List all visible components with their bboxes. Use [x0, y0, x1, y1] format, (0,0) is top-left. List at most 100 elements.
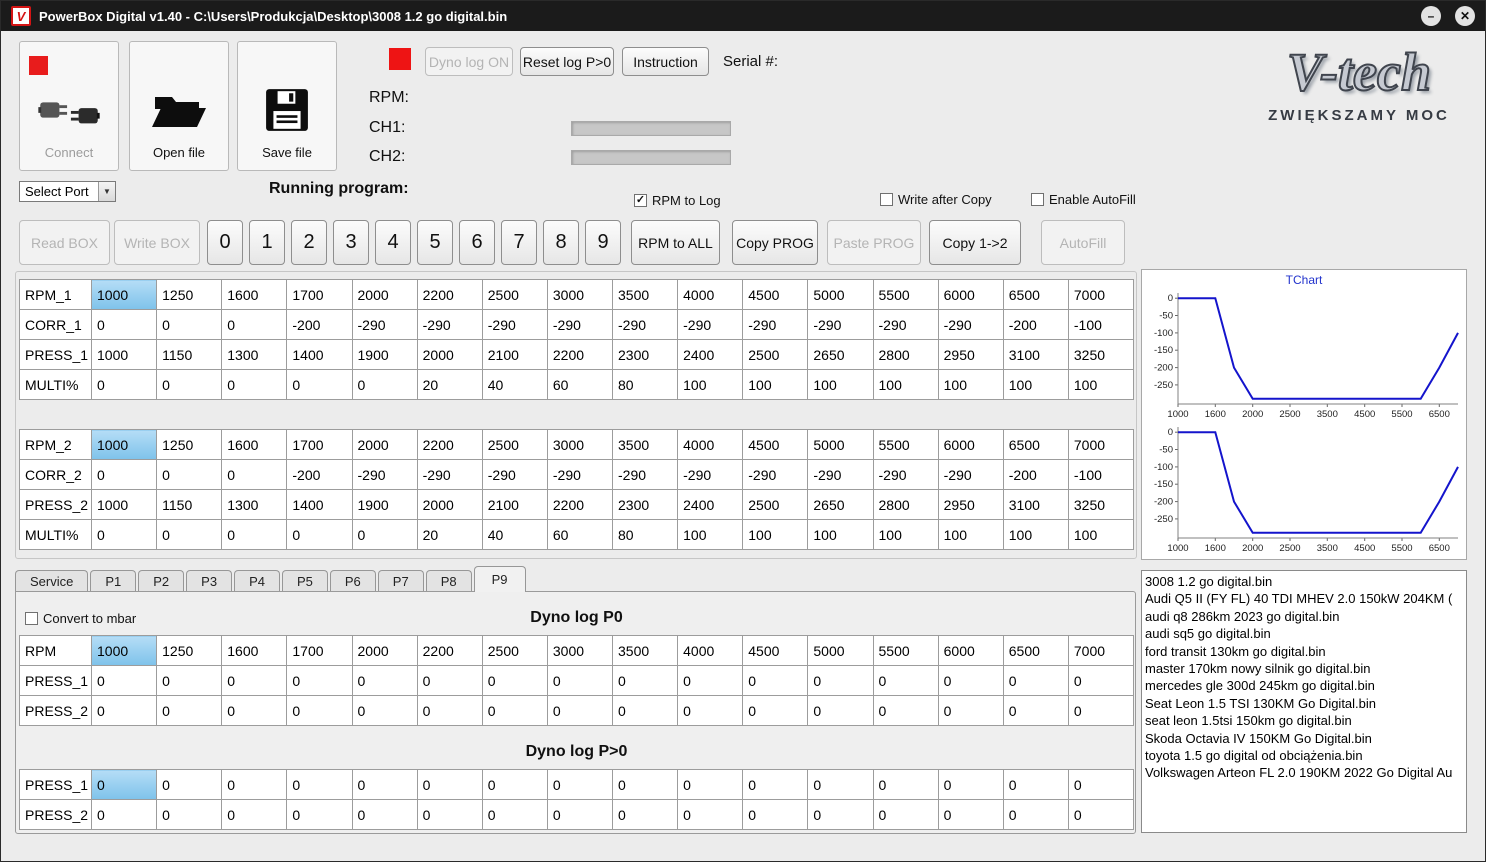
tab-service[interactable]: Service	[15, 570, 89, 592]
value-cell[interactable]: 2950	[937, 339, 1004, 370]
value-cell[interactable]: 100	[872, 519, 939, 550]
file-list-item[interactable]: 3008 1.2 go digital.bin	[1142, 573, 1466, 590]
value-cell[interactable]: 0	[156, 695, 223, 726]
value-cell[interactable]: 3100	[1002, 489, 1069, 520]
value-cell[interactable]: 0	[546, 665, 614, 696]
value-cell[interactable]: 0	[1002, 799, 1069, 830]
value-cell[interactable]: 2800	[872, 339, 939, 370]
value-cell[interactable]: 0	[221, 799, 288, 830]
value-cell[interactable]: 3500	[611, 635, 679, 666]
digit-button-1[interactable]: 1	[249, 220, 285, 265]
value-cell[interactable]: 0	[872, 695, 939, 726]
value-cell[interactable]: 0	[351, 695, 418, 726]
value-cell[interactable]: -290	[351, 459, 418, 490]
value-cell[interactable]: 0	[351, 769, 418, 800]
value-cell[interactable]: 0	[677, 799, 744, 830]
value-cell[interactable]: 1900	[351, 339, 418, 370]
paste-prog-button[interactable]: Paste PROG	[827, 220, 921, 265]
value-cell[interactable]: -200	[1002, 309, 1069, 340]
value-cell[interactable]: 0	[286, 369, 353, 400]
value-cell[interactable]: 2400	[677, 339, 744, 370]
tab-p1[interactable]: P1	[90, 570, 137, 592]
value-cell[interactable]: 1600	[221, 429, 288, 460]
value-cell[interactable]: -290	[872, 459, 939, 490]
value-cell[interactable]: 0	[611, 695, 679, 726]
value-cell[interactable]: 1000	[90, 635, 158, 666]
value-cell[interactable]: -100	[1067, 459, 1135, 490]
value-cell[interactable]: 0	[1067, 695, 1135, 726]
instruction-button[interactable]: Instruction	[622, 47, 709, 76]
value-cell[interactable]: 0	[156, 665, 223, 696]
tab-p5[interactable]: P5	[281, 570, 328, 592]
copy-prog-button[interactable]: Copy PROG	[732, 220, 818, 265]
value-cell[interactable]: -290	[872, 309, 939, 340]
value-cell[interactable]: -290	[546, 309, 614, 340]
tab-p7[interactable]: P7	[377, 570, 424, 592]
value-cell[interactable]: -290	[481, 459, 548, 490]
value-cell[interactable]: 60	[546, 369, 614, 400]
value-cell[interactable]: 0	[742, 695, 809, 726]
value-cell[interactable]: 0	[90, 309, 158, 340]
value-cell[interactable]: 0	[872, 799, 939, 830]
value-cell[interactable]: 0	[90, 519, 158, 550]
value-cell[interactable]: 0	[481, 665, 548, 696]
value-cell[interactable]: 0	[286, 665, 353, 696]
value-cell[interactable]: 0	[1002, 695, 1069, 726]
value-cell[interactable]: 0	[481, 769, 548, 800]
value-cell[interactable]: 1250	[156, 429, 223, 460]
value-cell[interactable]: 2000	[416, 489, 483, 520]
value-cell[interactable]: 3500	[611, 429, 679, 460]
value-cell[interactable]: 100	[742, 519, 809, 550]
value-cell[interactable]: 0	[156, 309, 223, 340]
value-cell[interactable]: 5000	[807, 635, 874, 666]
value-cell[interactable]: 100	[1002, 519, 1069, 550]
value-cell[interactable]: 1000	[90, 339, 158, 370]
value-cell[interactable]: 4000	[677, 429, 744, 460]
value-cell[interactable]: 0	[937, 665, 1004, 696]
digit-button-5[interactable]: 5	[417, 220, 453, 265]
value-cell[interactable]: 3000	[546, 429, 614, 460]
rpm-to-log-checkbox[interactable]: ✓ RPM to Log	[634, 193, 721, 208]
value-cell[interactable]: -200	[286, 309, 353, 340]
value-cell[interactable]: 2500	[742, 489, 809, 520]
value-cell[interactable]: 7000	[1067, 635, 1135, 666]
value-cell[interactable]: 0	[156, 799, 223, 830]
autofill-button[interactable]: AutoFill	[1041, 220, 1125, 265]
value-cell[interactable]: 100	[1067, 369, 1135, 400]
value-cell[interactable]: 80	[611, 519, 679, 550]
value-cell[interactable]: 2200	[416, 279, 483, 310]
digit-button-3[interactable]: 3	[333, 220, 369, 265]
value-cell[interactable]: 0	[807, 695, 874, 726]
value-cell[interactable]: 0	[611, 665, 679, 696]
value-cell[interactable]: 0	[221, 459, 288, 490]
value-cell[interactable]: 0	[90, 369, 158, 400]
value-cell[interactable]: 0	[286, 695, 353, 726]
digit-button-8[interactable]: 8	[543, 220, 579, 265]
read-box-button[interactable]: Read BOX	[19, 220, 110, 265]
tab-p6[interactable]: P6	[329, 570, 376, 592]
value-cell[interactable]: 1300	[221, 339, 288, 370]
value-cell[interactable]: 6000	[937, 429, 1004, 460]
tab-p8[interactable]: P8	[425, 570, 472, 592]
digit-button-9[interactable]: 9	[585, 220, 621, 265]
dyno-log-on-button[interactable]: Dyno log ON	[425, 47, 513, 76]
value-cell[interactable]: 0	[156, 459, 223, 490]
open-file-button[interactable]: Open file	[129, 41, 229, 171]
value-cell[interactable]: 0	[221, 665, 288, 696]
value-cell[interactable]: 100	[937, 519, 1004, 550]
value-cell[interactable]: 20	[416, 519, 483, 550]
value-cell[interactable]: 0	[807, 799, 874, 830]
value-cell[interactable]: 1400	[286, 339, 353, 370]
write-after-copy-checkbox[interactable]: Write after Copy	[880, 192, 992, 207]
value-cell[interactable]: 100	[1067, 519, 1135, 550]
value-cell[interactable]: -200	[1002, 459, 1069, 490]
value-cell[interactable]: 2400	[677, 489, 744, 520]
value-cell[interactable]: 1600	[221, 279, 288, 310]
value-cell[interactable]: -290	[416, 459, 483, 490]
connect-button[interactable]: Connect	[19, 41, 119, 171]
value-cell[interactable]: 6000	[937, 279, 1004, 310]
value-cell[interactable]: 1700	[286, 635, 353, 666]
digit-button-4[interactable]: 4	[375, 220, 411, 265]
value-cell[interactable]: 4000	[677, 279, 744, 310]
value-cell[interactable]: 0	[416, 799, 483, 830]
